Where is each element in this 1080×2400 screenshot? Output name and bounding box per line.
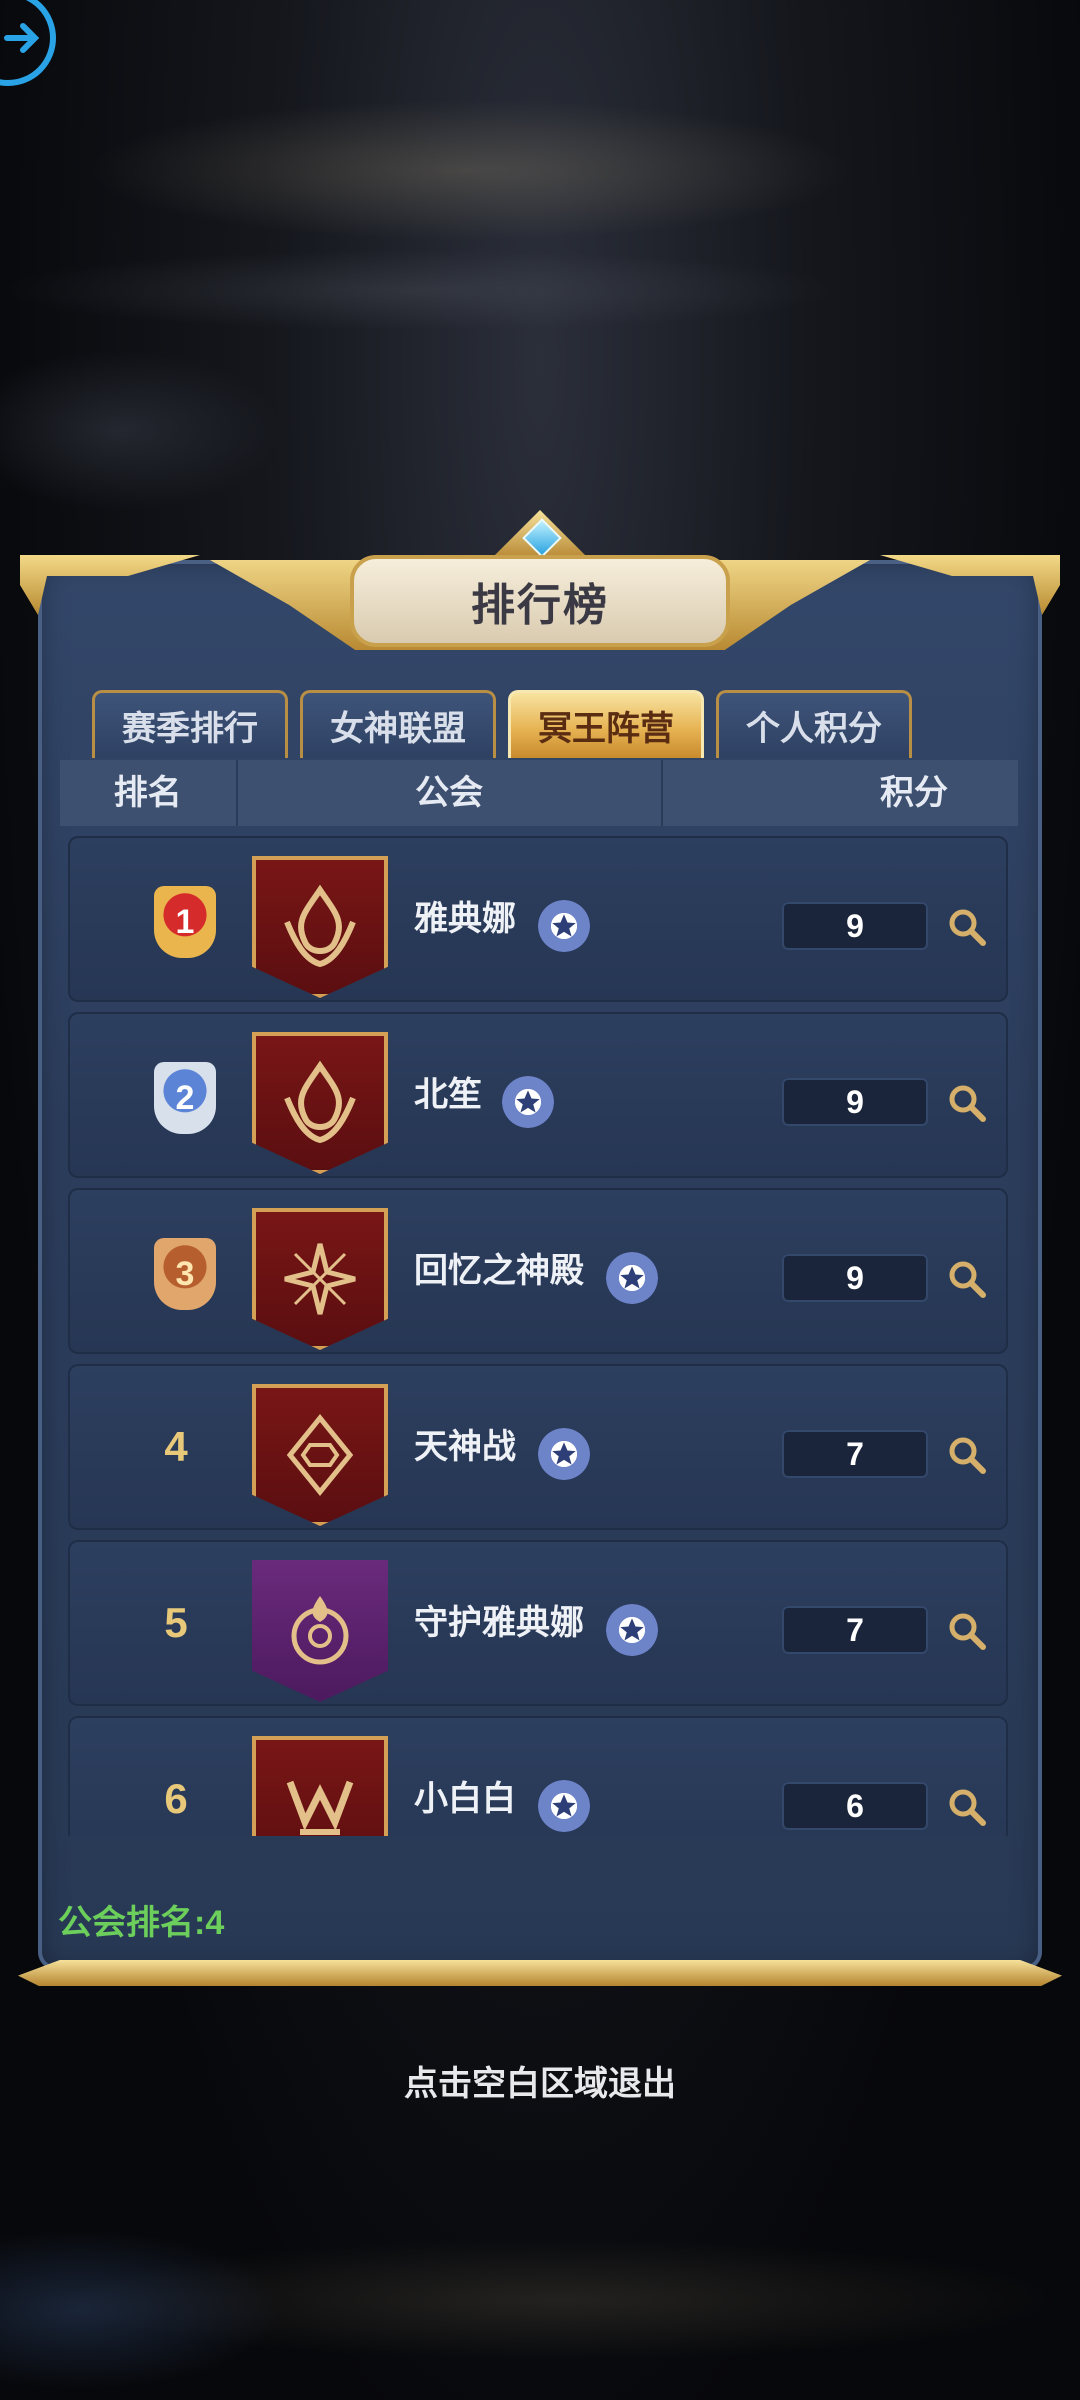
table-row: 4 天神战 7 (68, 1364, 1008, 1530)
rank-number: 5 (164, 1599, 188, 1646)
star-badge-icon (606, 1604, 658, 1656)
guild-name: 天神战 (414, 1428, 516, 1466)
star-badge-icon (606, 1252, 658, 1304)
tab-season-ranking[interactable]: 赛季排行 (92, 690, 288, 758)
rank-number: 4 (164, 1423, 188, 1470)
star-burst-emblem-icon (252, 1208, 388, 1350)
crown-emblem-icon (252, 1736, 388, 1836)
guild-name: 回忆之神殿 (414, 1252, 584, 1290)
table-row: 5 守护雅典娜 7 (68, 1540, 1008, 1706)
search-icon[interactable] (946, 1434, 988, 1476)
search-icon[interactable] (946, 906, 988, 948)
score-value: 9 (782, 902, 928, 950)
search-icon[interactable] (946, 1258, 988, 1300)
ranking-list[interactable]: 1 雅典娜 9 2 北笙 9 3 回忆之神殿 9 4 天神战 7 5 守护雅典娜… (60, 830, 1018, 1836)
score-value: 7 (782, 1606, 928, 1654)
gold-medal-icon: 1 (146, 886, 224, 964)
flame-emblem-icon (252, 856, 388, 998)
table-row: 6 小白白 6 (68, 1716, 1008, 1836)
table-header: 排名 公会 积分 (60, 760, 1018, 826)
rank-number: 6 (164, 1775, 188, 1822)
header-guild: 公会 (238, 760, 663, 826)
bronze-medal-icon: 3 (146, 1238, 224, 1316)
hexagon-emblem-icon (252, 1384, 388, 1526)
silver-medal-icon: 2 (146, 1062, 224, 1140)
header-rank: 排名 (60, 760, 238, 826)
guild-name: 雅典娜 (414, 900, 516, 938)
score-value: 9 (782, 1254, 928, 1302)
search-icon[interactable] (946, 1610, 988, 1652)
tab-hades-camp[interactable]: 冥王阵营 (508, 690, 704, 758)
guild-name: 守护雅典娜 (414, 1604, 584, 1642)
search-icon[interactable] (946, 1082, 988, 1124)
guild-rank-label: 公会排名:4 (58, 1904, 225, 1942)
score-value: 9 (782, 1078, 928, 1126)
tab-goddess-alliance[interactable]: 女神联盟 (300, 690, 496, 758)
header-score: 积分 (880, 774, 949, 812)
lotus-emblem-icon (252, 1560, 388, 1702)
star-badge-icon (538, 1780, 590, 1832)
search-icon[interactable] (946, 1786, 988, 1828)
score-value: 6 (782, 1782, 928, 1830)
guild-name: 北笙 (414, 1076, 482, 1114)
score-value: 7 (782, 1430, 928, 1478)
star-badge-icon (538, 900, 590, 952)
flame-emblem-icon (252, 1032, 388, 1174)
star-badge-icon (538, 1428, 590, 1480)
exit-hint-text[interactable]: 点击空白区域退出 (0, 2056, 1080, 2105)
table-row: 1 雅典娜 9 (68, 836, 1008, 1002)
title-banner: 排行榜 (210, 510, 870, 660)
guild-name: 小白白 (414, 1780, 516, 1818)
star-badge-icon (502, 1076, 554, 1128)
table-row: 2 北笙 9 (68, 1012, 1008, 1178)
gold-bottom-trim (18, 1960, 1062, 1986)
blurred-background (0, 0, 1080, 540)
page-title: 排行榜 (471, 581, 609, 630)
table-row: 3 回忆之神殿 9 (68, 1188, 1008, 1354)
blurred-background-bottom (0, 2180, 1080, 2400)
tab-personal-score[interactable]: 个人积分 (716, 690, 912, 758)
